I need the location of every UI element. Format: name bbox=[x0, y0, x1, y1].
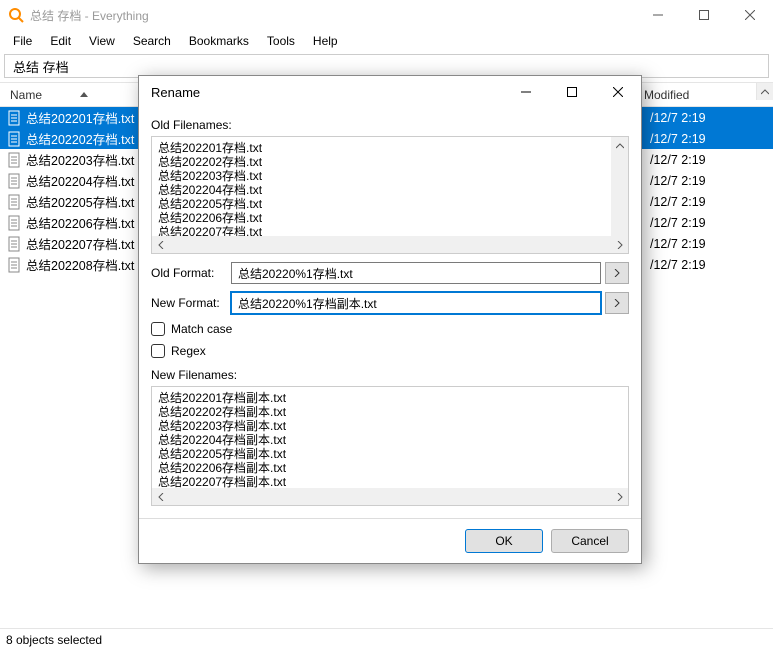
new-format-label: New Format: bbox=[151, 296, 231, 310]
dialog-close-button[interactable] bbox=[595, 76, 641, 108]
file-modified: /12/7 2:19 bbox=[650, 258, 706, 272]
maximize-button[interactable] bbox=[681, 0, 727, 30]
file-modified: /12/7 2:19 bbox=[650, 237, 706, 251]
rename-dialog: Rename Old Filenames: 总结202201存档.txt 总结2… bbox=[138, 75, 642, 564]
list-scroll-up[interactable] bbox=[756, 83, 773, 100]
old-filenames-hscroll[interactable] bbox=[152, 236, 628, 253]
ok-button[interactable]: OK bbox=[465, 529, 543, 553]
regex-checkbox[interactable] bbox=[151, 344, 165, 358]
old-format-input[interactable] bbox=[231, 262, 601, 284]
menu-search[interactable]: Search bbox=[124, 32, 180, 50]
old-filenames-label: Old Filenames: bbox=[151, 118, 629, 132]
window-title: 总结 存档 - Everything bbox=[30, 7, 635, 24]
new-filenames-box[interactable]: 总结202201存档副本.txt 总结202202存档副本.txt 总结2022… bbox=[151, 386, 629, 506]
everything-icon bbox=[8, 7, 24, 23]
scroll-left-icon[interactable] bbox=[152, 236, 169, 253]
scroll-right-icon[interactable] bbox=[611, 236, 628, 253]
scroll-right-icon[interactable] bbox=[611, 488, 628, 505]
cancel-button[interactable]: Cancel bbox=[551, 529, 629, 553]
minimize-button[interactable] bbox=[635, 0, 681, 30]
match-case-row[interactable]: Match case bbox=[151, 322, 629, 336]
old-filenames-box[interactable]: 总结202201存档.txt 总结202202存档.txt 总结202203存档… bbox=[151, 136, 629, 254]
menu-bookmarks[interactable]: Bookmarks bbox=[180, 32, 258, 50]
close-button[interactable] bbox=[727, 0, 773, 30]
old-format-label: Old Format: bbox=[151, 266, 231, 280]
dialog-minimize-button[interactable] bbox=[503, 76, 549, 108]
new-filenames-label: New Filenames: bbox=[151, 368, 629, 382]
file-modified: /12/7 2:19 bbox=[650, 132, 706, 146]
regex-label: Regex bbox=[171, 344, 206, 358]
file-modified: /12/7 2:19 bbox=[650, 216, 706, 230]
match-case-checkbox[interactable] bbox=[151, 322, 165, 336]
column-header-modified[interactable]: Modified bbox=[636, 88, 689, 102]
dialog-footer: OK Cancel bbox=[139, 518, 641, 563]
old-format-menu-button[interactable] bbox=[605, 262, 629, 284]
match-case-label: Match case bbox=[171, 322, 232, 336]
file-modified: /12/7 2:19 bbox=[650, 195, 706, 209]
column-header-name-label: Name bbox=[10, 88, 42, 102]
menubar: File Edit View Search Bookmarks Tools He… bbox=[0, 30, 773, 52]
main-titlebar: 总结 存档 - Everything bbox=[0, 0, 773, 30]
file-modified: /12/7 2:19 bbox=[650, 153, 706, 167]
scroll-left-icon[interactable] bbox=[152, 488, 169, 505]
status-text: 8 objects selected bbox=[6, 633, 102, 647]
search-input[interactable] bbox=[11, 58, 762, 75]
dialog-titlebar[interactable]: Rename bbox=[139, 76, 641, 108]
file-modified: /12/7 2:19 bbox=[650, 111, 706, 125]
menu-edit[interactable]: Edit bbox=[41, 32, 80, 50]
new-filenames-hscroll[interactable] bbox=[152, 488, 628, 505]
new-format-input[interactable] bbox=[231, 292, 601, 314]
dialog-title: Rename bbox=[151, 85, 503, 100]
menu-file[interactable]: File bbox=[4, 32, 41, 50]
old-filenames-vscroll[interactable] bbox=[611, 137, 628, 236]
menu-tools[interactable]: Tools bbox=[258, 32, 304, 50]
scroll-up-icon[interactable] bbox=[611, 137, 628, 154]
menu-view[interactable]: View bbox=[80, 32, 124, 50]
status-bar: 8 objects selected bbox=[0, 628, 773, 650]
file-modified: /12/7 2:19 bbox=[650, 174, 706, 188]
new-format-menu-button[interactable] bbox=[605, 292, 629, 314]
dialog-maximize-button[interactable] bbox=[549, 76, 595, 108]
menu-help[interactable]: Help bbox=[304, 32, 347, 50]
regex-row[interactable]: Regex bbox=[151, 344, 629, 358]
sort-asc-icon bbox=[80, 92, 88, 97]
